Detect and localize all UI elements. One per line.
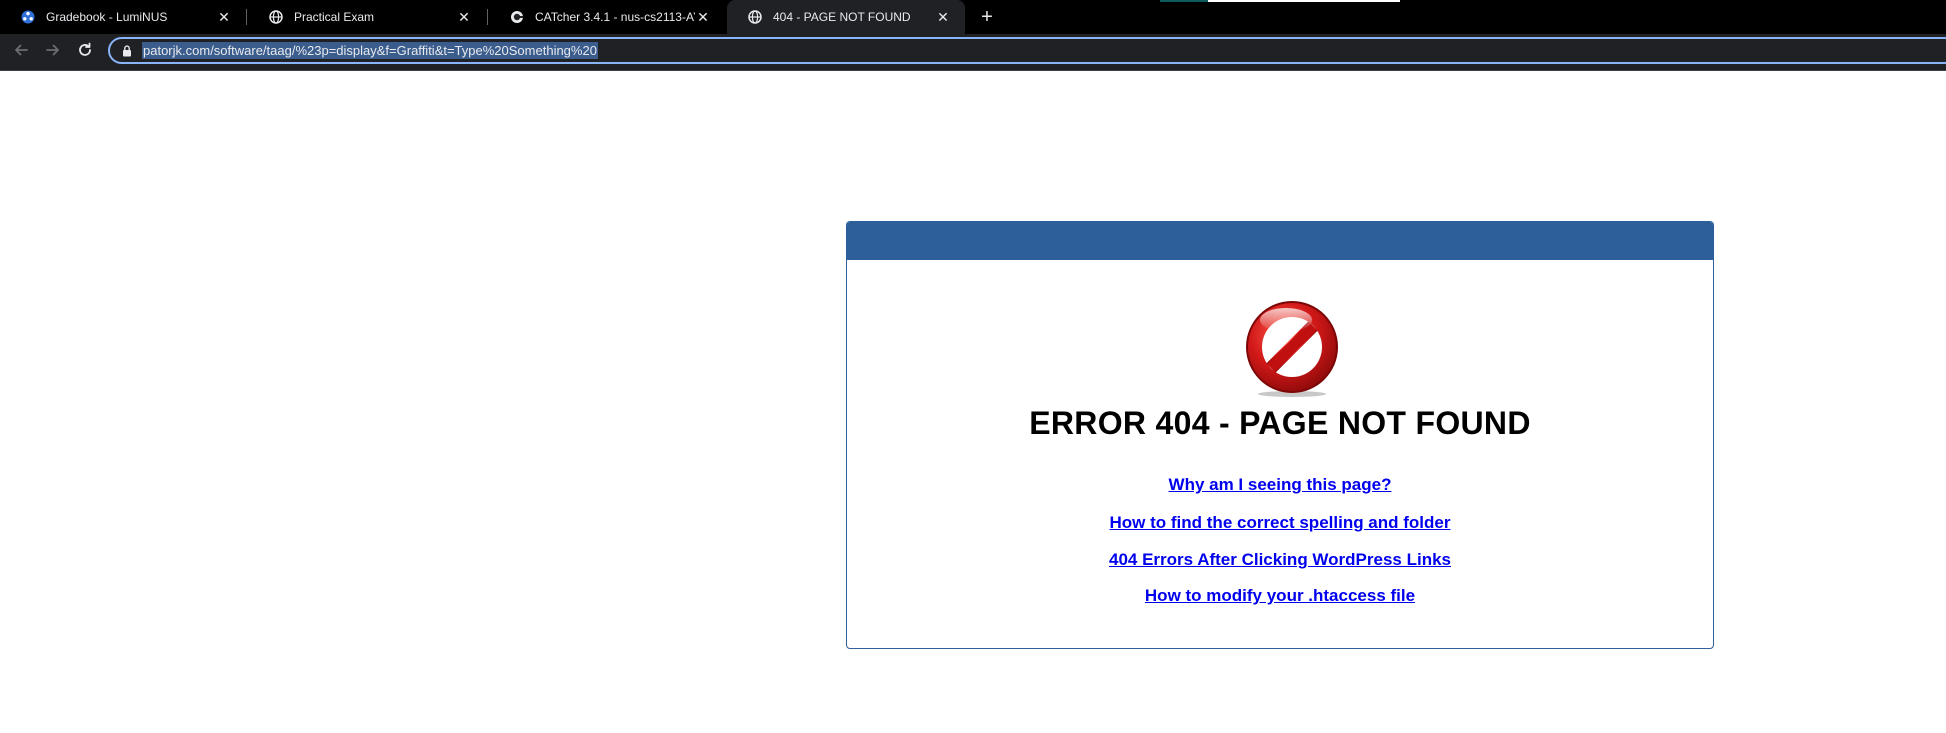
link-correct-spelling[interactable]: How to find the correct spelling and fol… (847, 513, 1713, 533)
url-text[interactable]: patorjk.com/software/taag/%23p=display&f… (142, 42, 598, 59)
close-icon[interactable]: ✕ (456, 9, 472, 25)
lock-icon[interactable] (120, 44, 134, 58)
arrow-left-icon (13, 42, 29, 63)
arrow-right-icon (45, 42, 61, 63)
tab-title: Practical Exam (294, 10, 375, 24)
new-tab-button[interactable]: + (975, 5, 999, 29)
catcher-icon (509, 9, 525, 25)
tab-gradebook[interactable]: Gradebook - LumiNUS ✕ (0, 0, 246, 34)
tab-divider (487, 9, 488, 25)
link-modify-htaccess[interactable]: How to modify your .htaccess file (847, 586, 1713, 606)
tab-title: Gradebook - LumiNUS (46, 10, 168, 24)
reload-button[interactable] (73, 40, 97, 64)
tab-404-page[interactable]: 404 - PAGE NOT FOUND ✕ (727, 0, 965, 34)
top-accent-bar (1160, 0, 1208, 2)
browser-toolbar: patorjk.com/software/taag/%23p=display&f… (0, 34, 1946, 71)
globe-icon (747, 9, 763, 25)
luminus-icon (20, 9, 36, 25)
top-accent-bar-light (1208, 0, 1400, 2)
link-why-seeing-page[interactable]: Why am I seeing this page? (847, 475, 1713, 495)
error-panel: ERROR 404 - PAGE NOT FOUND Why am I seei… (846, 221, 1714, 649)
tab-catcher[interactable]: CATcher 3.4.1 - nus-cs2113-AY21 ✕ (489, 0, 725, 34)
back-button[interactable] (9, 40, 33, 64)
tab-strip: Gradebook - LumiNUS ✕ Practical Exam ✕ C… (0, 0, 1946, 34)
tab-divider (246, 9, 247, 25)
close-icon[interactable]: ✕ (695, 9, 711, 25)
error-title: ERROR 404 - PAGE NOT FOUND (1029, 405, 1531, 441)
close-icon[interactable]: ✕ (216, 9, 232, 25)
tab-title: CATcher 3.4.1 - nus-cs2113-AY21 (535, 10, 695, 24)
reload-icon (77, 42, 93, 63)
address-bar[interactable]: patorjk.com/software/taag/%23p=display&f… (108, 37, 1946, 64)
tab-title: 404 - PAGE NOT FOUND (773, 10, 911, 24)
forward-button[interactable] (41, 40, 65, 64)
globe-icon (268, 9, 284, 25)
no-entry-icon (1242, 298, 1342, 398)
link-wordpress-404[interactable]: 404 Errors After Clicking WordPress Link… (847, 550, 1713, 570)
tab-practical-exam[interactable]: Practical Exam ✕ (248, 0, 486, 34)
close-icon[interactable]: ✕ (935, 9, 951, 25)
panel-header-bar (847, 222, 1713, 260)
